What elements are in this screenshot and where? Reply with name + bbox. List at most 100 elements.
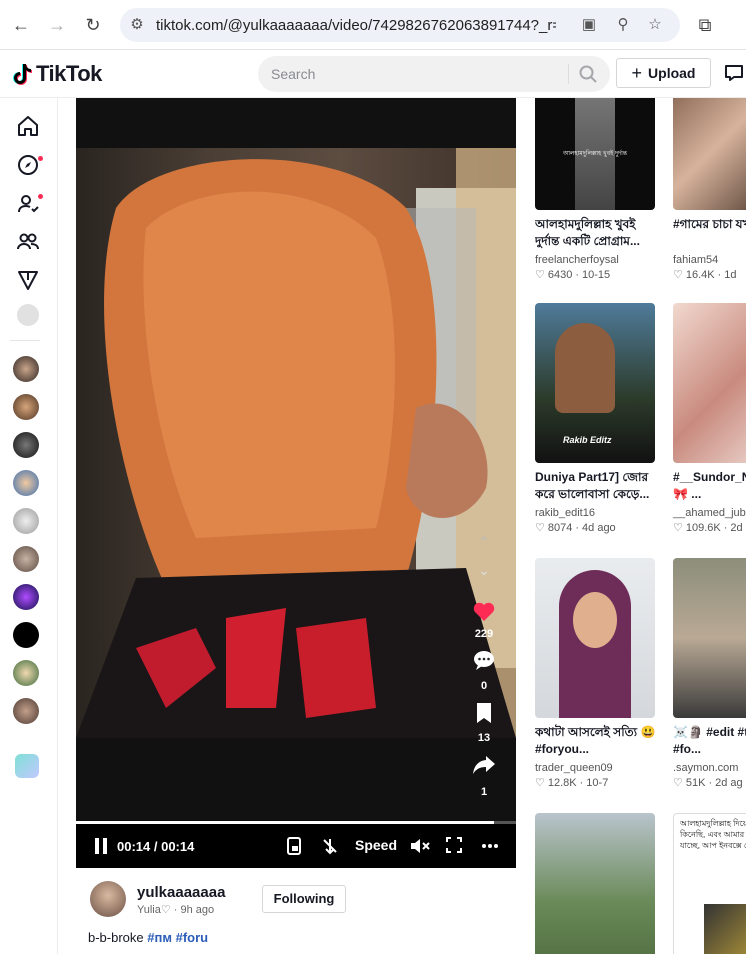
card-username[interactable]: trader_queen09 [535, 762, 665, 774]
followed-avatar[interactable] [13, 660, 39, 686]
video-card[interactable]: #__Sundor_N... ☁️🍫🎀 ... __ahamed_jub ♡ 1… [673, 303, 746, 534]
card-title[interactable]: #__Sundor_N... ☁️🍫🎀 ... [673, 469, 746, 503]
video-card[interactable]: #গামের চাচা যখন পেমে... fahiam54 ♡ 16.4K… [673, 98, 746, 281]
followed-avatar[interactable] [13, 508, 39, 534]
url-text[interactable]: tiktok.com/@yulkaaaaaaa/video/7429826762… [156, 17, 556, 34]
live-icon[interactable] [16, 268, 40, 292]
hashtag-link[interactable]: #пм [147, 930, 172, 945]
card-meta: ♡ 16.4K · 1d [673, 268, 746, 282]
sidebar-divider [10, 340, 40, 341]
bookmark-icon[interactable] [472, 702, 496, 724]
like-heart-icon[interactable] [472, 600, 496, 622]
video-thumbnail[interactable] [535, 813, 655, 954]
next-video-icon[interactable]: ⌄ [472, 562, 496, 579]
card-likes: 6430 [547, 268, 573, 281]
video-thumbnail[interactable] [673, 303, 746, 463]
followed-avatar[interactable] [13, 546, 39, 572]
pip-icon[interactable] [287, 837, 303, 855]
time-display: 00:14 / 00:14 [117, 839, 195, 854]
card-meta: ♡ 51K · 2d ag [673, 776, 746, 790]
bookmark-star-icon[interactable]: ☆ [646, 16, 664, 34]
install-app-icon[interactable]: ▣ [580, 16, 598, 34]
inbox-icon[interactable] [724, 63, 744, 83]
friends-icon[interactable] [16, 230, 40, 254]
followed-avatar[interactable] [13, 394, 39, 420]
reload-icon[interactable]: ↻ [82, 14, 104, 36]
search-input[interactable]: Search [258, 56, 610, 92]
hashtag-link[interactable]: #foru [176, 930, 209, 945]
card-username[interactable]: freelancherfoysal [535, 254, 665, 266]
creator-tools-icon[interactable] [15, 754, 39, 778]
card-title[interactable]: ☠️🗿 #edit #trending #fo... [673, 724, 746, 758]
mute-icon[interactable] [410, 837, 430, 855]
separator: · [173, 904, 181, 916]
extensions-icon[interactable]: ⧉ [694, 14, 716, 36]
video-thumbnail[interactable] [673, 98, 746, 210]
card-title[interactable]: #গামের চাচা যখন পেমে... [673, 216, 746, 250]
video-card[interactable] [535, 813, 665, 954]
author-username[interactable]: yulkaaaaaaa [137, 884, 225, 901]
followed-avatar[interactable] [13, 584, 39, 610]
logo-text: TikTok [36, 61, 102, 86]
card-date: 10-15 [582, 268, 611, 281]
more-options-icon[interactable] [482, 844, 498, 848]
video-thumbnail[interactable] [673, 558, 746, 718]
separator: · [717, 268, 722, 281]
video-card[interactable]: ☠️🗿 #edit #trending #fo... .saymon.com ♡… [673, 558, 746, 789]
address-bar[interactable]: ⚙ tiktok.com/@yulkaaaaaaa/video/74298267… [120, 8, 680, 42]
card-username[interactable]: .saymon.com [673, 762, 746, 774]
video-player[interactable]: ⌃ ⌄ 229 0 13 1 00:14 / 00:14 Speed [76, 98, 516, 868]
video-thumbnail[interactable]: আলহামদুলিল্লাহ খুবই দুর্দান্ত [535, 98, 655, 210]
heart-outline-icon: ♡ [535, 522, 545, 534]
previous-video-icon[interactable]: ⌃ [472, 534, 496, 551]
card-title[interactable]: Duniya Part17] জোর করে ভালোবাসা কেড়ে... [535, 469, 660, 503]
card-title[interactable]: কথাটা আসলেই সত্যি 😃#foryou... [535, 724, 660, 758]
profile-icon[interactable] [17, 304, 39, 326]
zoom-icon[interactable]: ⚲ [614, 16, 632, 34]
autoscroll-icon[interactable] [321, 837, 339, 855]
following-button[interactable]: Following [262, 885, 346, 913]
speed-button[interactable]: Speed [355, 837, 397, 853]
share-icon[interactable] [472, 753, 496, 777]
followed-avatar[interactable] [13, 622, 39, 648]
forward-icon[interactable]: → [46, 14, 68, 36]
video-card[interactable]: Rakib Editz Duniya Part17] জোর করে ভালোব… [535, 303, 665, 534]
video-thumbnail[interactable] [535, 558, 655, 718]
card-username[interactable]: rakib_edit16 [535, 507, 665, 519]
tiktok-logo[interactable]: TikTok [12, 61, 102, 87]
author-section: yulkaaaaaaa Yulia♡ · 9h ago Following b-… [76, 868, 516, 954]
home-icon[interactable] [16, 114, 40, 138]
card-username[interactable]: fahiam54 [673, 254, 746, 266]
plus-icon: + [631, 62, 643, 83]
author-subline: Yulia♡ · 9h ago [137, 903, 214, 916]
followed-avatar[interactable] [13, 356, 39, 382]
caption-text: b-b-broke [88, 930, 144, 945]
video-card[interactable]: আলহামদুলিল্লাহ খুবই দুর্দান্ত আলহামদুলিল… [535, 98, 665, 281]
site-settings-icon[interactable]: ⚙ [128, 16, 146, 34]
video-thumbnail[interactable]: Rakib Editz [535, 303, 655, 463]
card-title[interactable]: আলহামদুলিল্লাহ খুবই দুর্দান্ত একটি প্রোগ… [535, 216, 660, 250]
upload-button[interactable]: + Upload [616, 58, 711, 88]
comment-icon[interactable] [472, 649, 496, 671]
author-nickname: Yulia♡ [137, 904, 171, 916]
followed-avatar[interactable] [13, 698, 39, 724]
separator: · [575, 521, 580, 534]
video-card[interactable]: কথাটা আসলেই সত্যি 😃#foryou... trader_que… [535, 558, 665, 789]
video-frame[interactable] [76, 148, 516, 738]
card-username[interactable]: __ahamed_jub [673, 507, 746, 519]
explore-icon[interactable] [16, 153, 40, 177]
followed-avatar[interactable] [13, 470, 39, 496]
heart-outline-icon: ♡ [535, 777, 545, 789]
video-card[interactable]: আলহামদুলিল্লাহ দিয়ে ফ্রিল্যান্সিং কিনেছ… [673, 813, 746, 954]
back-icon[interactable]: ← [10, 14, 32, 36]
video-thumbnail[interactable]: আলহামদুলিল্লাহ দিয়ে ফ্রিল্যান্সিং কিনেছ… [673, 813, 746, 954]
upload-label: Upload [648, 65, 696, 81]
fullscreen-icon[interactable] [446, 837, 462, 853]
following-icon[interactable] [16, 192, 40, 216]
author-avatar[interactable] [90, 881, 126, 917]
share-count: 1 [480, 786, 488, 798]
following-notification-dot [38, 194, 43, 199]
followed-avatar[interactable] [13, 432, 39, 458]
search-icon[interactable] [578, 64, 598, 84]
pause-icon[interactable] [94, 838, 108, 854]
